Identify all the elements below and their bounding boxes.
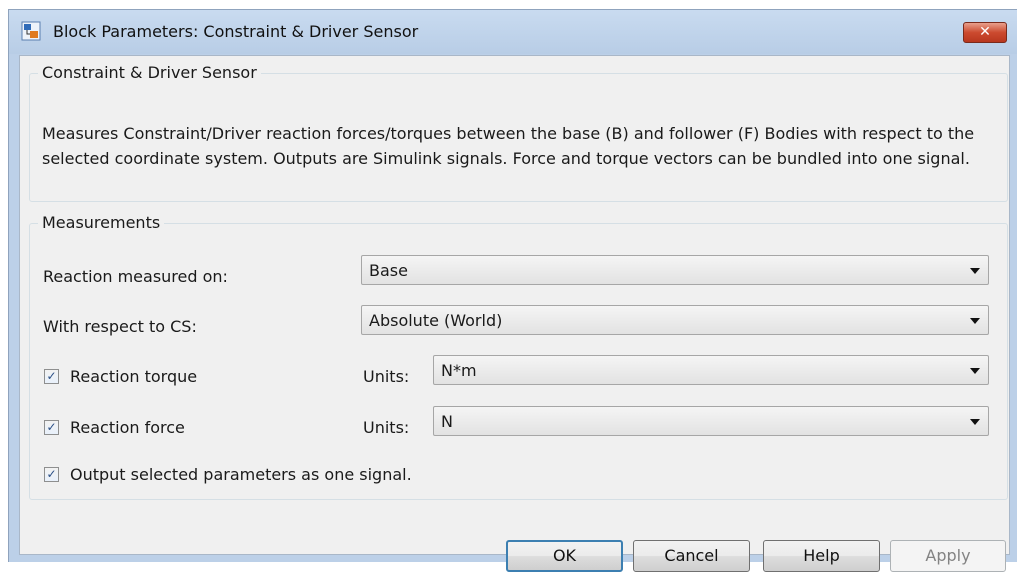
reaction-torque-label[interactable]: Reaction torque	[70, 367, 197, 386]
help-button[interactable]: Help	[763, 540, 880, 572]
description-group-legend: Constraint & Driver Sensor	[38, 63, 261, 82]
window-title: Block Parameters: Constraint & Driver Se…	[53, 22, 419, 41]
with-respect-to-cs-dropdown[interactable]: Absolute (World)	[361, 305, 989, 335]
torque-units-label: Units:	[363, 367, 410, 386]
reaction-measured-on-value: Base	[369, 261, 408, 280]
output-one-signal-label[interactable]: Output selected parameters as one signal…	[70, 465, 412, 484]
force-units-dropdown[interactable]: N	[433, 406, 989, 436]
reaction-measured-on-label: Reaction measured on:	[43, 267, 228, 286]
with-respect-to-cs-label: With respect to CS:	[43, 317, 197, 336]
ok-button[interactable]: OK	[506, 540, 623, 572]
close-button[interactable]: ✕	[963, 22, 1007, 43]
title-bar[interactable]: Block Parameters: Constraint & Driver Se…	[9, 10, 1017, 54]
close-icon: ✕	[979, 24, 991, 40]
force-units-value: N	[441, 412, 453, 431]
block-description: Measures Constraint/Driver reaction forc…	[42, 124, 975, 168]
with-respect-to-cs-value: Absolute (World)	[369, 311, 503, 330]
dropdown-arrow-icon	[970, 318, 980, 324]
torque-units-dropdown[interactable]: N*m	[433, 355, 989, 385]
description-group: Constraint & Driver Sensor Measures Cons…	[29, 63, 1008, 202]
dialog-window: Block Parameters: Constraint & Driver Se…	[8, 9, 1017, 572]
reaction-force-label[interactable]: Reaction force	[70, 418, 185, 437]
simulink-block-icon	[21, 21, 41, 41]
dropdown-arrow-icon	[970, 368, 980, 374]
apply-button[interactable]: Apply	[890, 540, 1006, 572]
dropdown-arrow-icon	[970, 268, 980, 274]
force-units-label: Units:	[363, 418, 410, 437]
reaction-measured-on-dropdown[interactable]: Base	[361, 255, 989, 285]
cancel-button[interactable]: Cancel	[633, 540, 750, 572]
reaction-force-checkbox[interactable]: ✓	[44, 420, 59, 435]
reaction-torque-checkbox[interactable]: ✓	[44, 369, 59, 384]
dropdown-arrow-icon	[970, 419, 980, 425]
measurements-group: Measurements Reaction measured on: Base …	[29, 213, 1008, 500]
dialog-content: Constraint & Driver Sensor Measures Cons…	[19, 55, 1010, 572]
torque-units-value: N*m	[441, 361, 477, 380]
output-one-signal-checkbox[interactable]: ✓	[44, 467, 59, 482]
measurements-group-legend: Measurements	[38, 213, 165, 232]
